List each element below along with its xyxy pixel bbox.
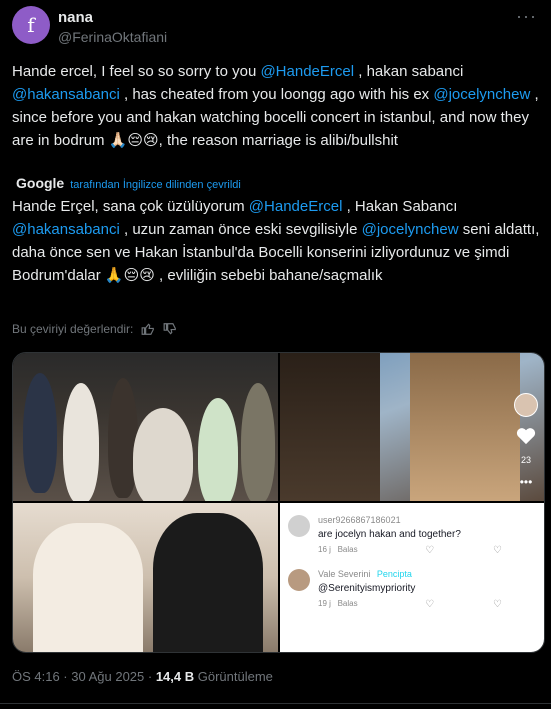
tiktok-selfie-video[interactable]: 23 ••• bbox=[280, 353, 544, 501]
author-name[interactable]: nana bbox=[58, 9, 93, 26]
more-dots-icon[interactable]: ••• bbox=[520, 475, 533, 489]
comment-meta: 19 j Balas bbox=[318, 599, 358, 608]
comment-username[interactable]: user9266867186021 bbox=[318, 515, 401, 525]
like-count: 23 bbox=[520, 455, 531, 465]
comment-text: @Serenityismypriority bbox=[318, 583, 416, 594]
thumbs-down-icon[interactable] bbox=[163, 322, 177, 336]
rate-translation-row: Bu çeviriyi değerlendir: bbox=[12, 322, 177, 336]
tiktok-comments-screenshot[interactable]: user9266867186021 are jocelyn hakan and … bbox=[280, 503, 544, 652]
comment-item: Vale Severini Pencipta @Serenityismyprio… bbox=[288, 569, 536, 613]
author-handle[interactable]: @FerinaOktafiani bbox=[58, 29, 167, 45]
mention-link[interactable]: @HandeErcel bbox=[260, 63, 354, 80]
comment-actions[interactable]: ♡ ♡ bbox=[425, 545, 530, 556]
mirror-selfie-photo[interactable] bbox=[13, 503, 278, 652]
comment-text: are jocelyn hakan and together? bbox=[318, 529, 461, 540]
tweet-text-translated: Hande Erçel, sana çok üzülüyorum @HandeE… bbox=[12, 198, 540, 284]
creator-avatar[interactable] bbox=[514, 393, 538, 417]
tweet-timestamp[interactable]: ÖS 4:16 · 30 Ağu 2025 · bbox=[12, 669, 156, 684]
tiktok-side-actions: 23 ••• bbox=[514, 393, 538, 489]
comment-avatar bbox=[288, 515, 310, 537]
thumbs-up-icon[interactable] bbox=[141, 322, 155, 336]
mention-link[interactable]: @HandeErcel bbox=[249, 198, 343, 215]
comment-actions[interactable]: ♡ ♡ bbox=[425, 599, 530, 610]
mention-link[interactable]: @jocelynchew bbox=[362, 221, 459, 238]
comment-avatar bbox=[288, 569, 310, 591]
mention-link[interactable]: @hakansabanci bbox=[12, 86, 120, 103]
reply-link[interactable]: Balas bbox=[338, 545, 358, 554]
views-label: Görüntüleme bbox=[194, 669, 273, 684]
heart-icon[interactable] bbox=[516, 427, 536, 445]
reply-link[interactable]: Balas bbox=[338, 599, 358, 608]
comment-item: user9266867186021 are jocelyn hakan and … bbox=[288, 515, 536, 559]
creator-badge: Pencipta bbox=[376, 569, 412, 579]
mention-link[interactable]: @jocelynchew bbox=[433, 86, 530, 103]
comment-username[interactable]: Vale Severini Pencipta bbox=[318, 569, 412, 579]
divider bbox=[0, 703, 551, 704]
media-grid: 23 ••• user9266867186021 are jocelyn hak… bbox=[12, 352, 545, 653]
tweet-text-original: Hande ercel, I feel so so sorry to you @… bbox=[12, 63, 539, 149]
view-count: 14,4 B bbox=[155, 669, 195, 684]
comment-meta: 16 j Balas bbox=[318, 545, 358, 554]
group-photo[interactable] bbox=[13, 353, 278, 501]
mention-link[interactable]: @hakansabanci bbox=[12, 221, 120, 238]
rate-translation-label: Bu çeviriyi değerlendir: bbox=[12, 322, 134, 336]
tweet-footer: ÖS 4:16 · 30 Ağu 2025 · 14,4 B Görüntüle… bbox=[12, 669, 273, 684]
more-options-icon[interactable]: ··· bbox=[516, 6, 537, 27]
author-avatar[interactable]: f bbox=[12, 6, 50, 44]
translation-note-link[interactable]: tarafından İngilizce dilinden çevrildi bbox=[70, 179, 241, 191]
translation-attribution: Google tarafından İngilizce dilinden çev… bbox=[16, 175, 241, 191]
google-logo: Google bbox=[16, 175, 65, 191]
